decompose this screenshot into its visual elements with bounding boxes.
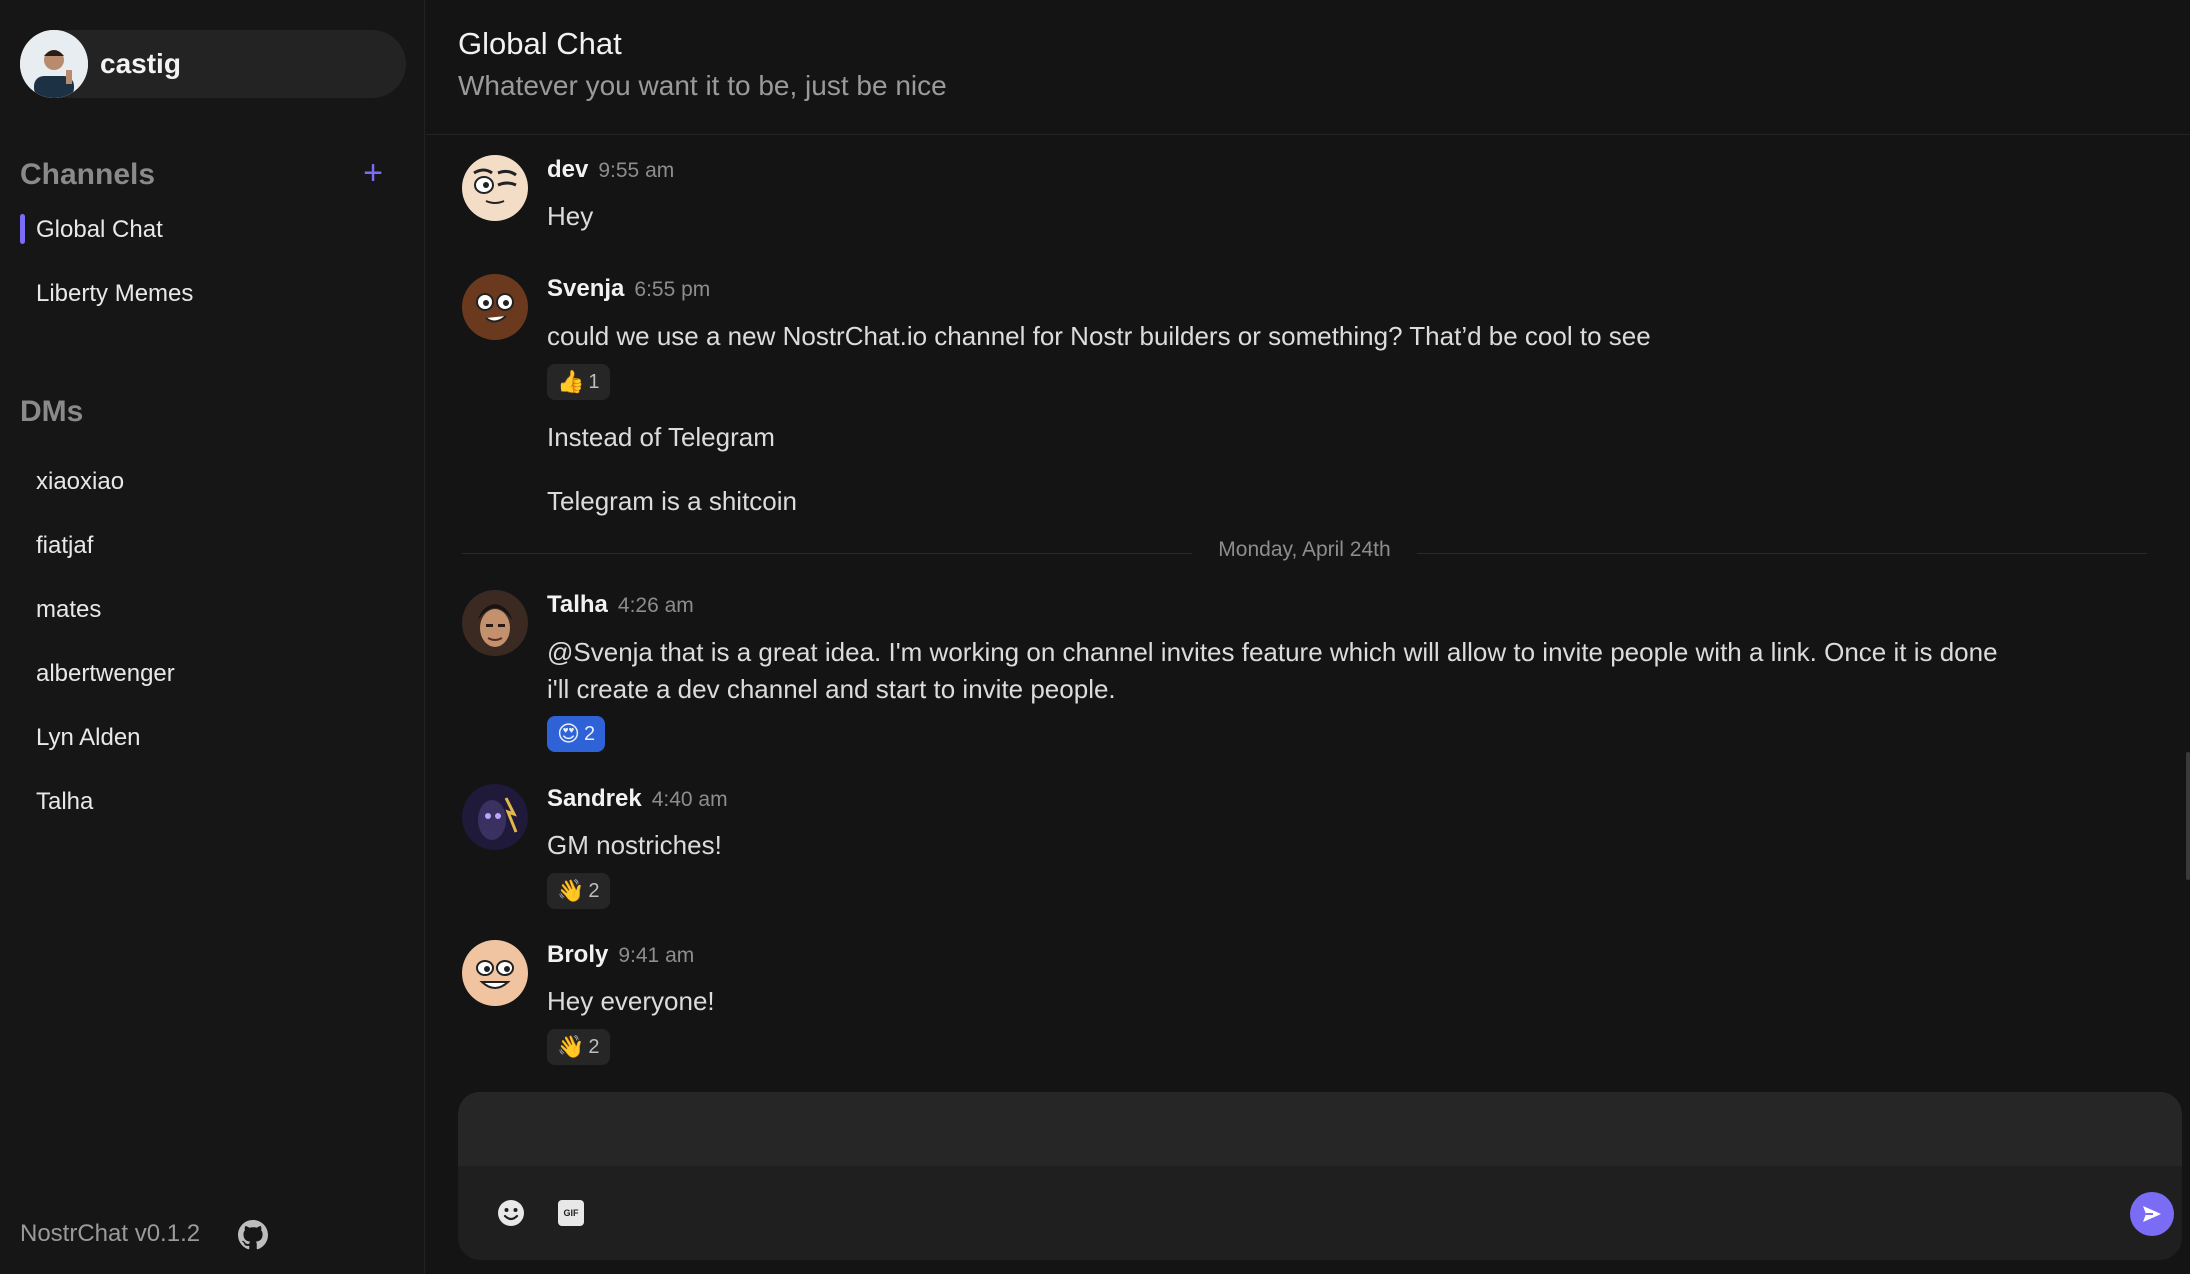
message-text: Telegram is a shitcoin <box>547 486 797 516</box>
message-text: Instead of Telegram <box>547 422 775 452</box>
gif-icon: GIF <box>563 1208 579 1218</box>
message-meta: dev 9:55 am <box>547 156 674 184</box>
divider-line <box>1417 553 2147 554</box>
smiley-icon <box>498 1200 524 1226</box>
channel-header: Global Chat Whatever you want it to be, … <box>426 0 2190 135</box>
message-time: 4:40 am <box>651 788 728 811</box>
message-meta: Svenja 6:55 pm <box>547 275 710 303</box>
reaction-badge[interactable]: 👍 1 <box>547 364 610 400</box>
channel-label: Global Chat <box>36 216 163 243</box>
channel-description: Whatever you want it to be, just be nice <box>458 70 947 101</box>
message-time: 6:55 pm <box>634 278 711 301</box>
reaction-count: 2 <box>588 1035 600 1058</box>
message-author[interactable]: Broly <box>547 941 608 969</box>
message-author[interactable]: dev <box>547 156 588 184</box>
github-icon[interactable] <box>238 1220 268 1250</box>
avatar-sandrek[interactable] <box>462 784 528 850</box>
dm-label: mates <box>36 596 102 623</box>
message-text: @Svenja that is a great idea. I'm workin… <box>547 637 1998 667</box>
plus-icon: + <box>363 154 383 192</box>
channel-item-liberty-memes[interactable]: Liberty Memes <box>20 272 406 316</box>
message-time: 4:26 am <box>617 594 694 617</box>
dms-heading: DMs <box>20 395 84 428</box>
message-text: i'll create a dev channel and start to i… <box>547 674 1116 704</box>
send-icon <box>2143 1206 2161 1222</box>
avatar-broly[interactable] <box>462 940 528 1006</box>
channels-heading: Channels <box>20 158 156 191</box>
profile-button[interactable]: castig <box>20 30 406 98</box>
reaction-badge[interactable]: 😍 2 <box>547 716 606 752</box>
dm-label: Lyn Alden <box>36 724 141 751</box>
channel-label: Liberty Memes <box>36 280 194 307</box>
heart-eyes-icon: 😍 <box>557 721 580 746</box>
date-divider-label: Monday, April 24th <box>1218 538 1391 561</box>
channel-item-global-chat[interactable]: Global Chat <box>20 208 406 252</box>
gif-button[interactable]: GIF <box>558 1200 584 1226</box>
message-text: Hey <box>547 201 594 231</box>
dm-item-xiaoxiao[interactable]: xiaoxiao <box>20 460 406 504</box>
avatar-dev[interactable] <box>462 155 528 221</box>
dm-label: xiaoxiao <box>36 468 125 495</box>
message-text: GM nostriches! <box>547 830 722 860</box>
dm-label: albertwenger <box>36 660 175 687</box>
message-meta: Sandrek 4:40 am <box>547 785 728 813</box>
message-author[interactable]: Talha <box>547 591 608 619</box>
reaction-badge[interactable]: 👋 2 <box>547 1029 610 1065</box>
thumbs-up-icon: 👍 <box>557 369 585 394</box>
channel-title: Global Chat <box>458 26 622 61</box>
dm-item-albertwenger[interactable]: albertwenger <box>20 652 406 696</box>
message-meta: Broly 9:41 am <box>547 941 694 969</box>
avatar-svenja[interactable] <box>462 274 528 340</box>
date-divider: Monday, April 24th <box>462 538 2147 568</box>
username: castig <box>100 48 181 79</box>
reaction-badge[interactable]: 👋 2 <box>547 873 610 909</box>
add-channel-button[interactable]: + <box>358 156 388 190</box>
app-version: NostrChat v0.1.2 <box>20 1220 201 1247</box>
reaction-count: 2 <box>588 879 600 902</box>
dm-item-lyn-alden[interactable]: Lyn Alden <box>20 716 406 760</box>
avatar-talha[interactable] <box>462 590 528 656</box>
message-meta: Talha 4:26 am <box>547 591 694 619</box>
message-text: could we use a new NostrChat.io channel … <box>547 321 1651 351</box>
waving-hand-icon: 👋 <box>557 878 585 903</box>
message-text: Hey everyone! <box>547 986 715 1016</box>
message-composer: GIF <box>458 1092 2182 1260</box>
dm-item-talha[interactable]: Talha <box>20 780 406 824</box>
sidebar: castig Channels + Global Chat Liberty Me… <box>0 0 425 1274</box>
dm-item-fiatjaf[interactable]: fiatjaf <box>20 524 406 568</box>
message-scrollbar[interactable] <box>2186 752 2190 880</box>
waving-hand-icon: 👋 <box>557 1034 585 1059</box>
dm-label: Talha <box>36 788 94 815</box>
dm-item-mates[interactable]: mates <box>20 588 406 632</box>
message-input[interactable] <box>458 1092 2182 1166</box>
user-avatar <box>20 30 88 98</box>
message-author[interactable]: Sandrek <box>547 785 642 813</box>
send-button[interactable] <box>2130 1192 2174 1236</box>
dm-label: fiatjaf <box>36 532 94 559</box>
message-time: 9:41 am <box>618 944 695 967</box>
reaction-count: 1 <box>588 370 600 393</box>
emoji-picker-button[interactable] <box>496 1198 526 1228</box>
reaction-count: 2 <box>583 722 596 745</box>
message-author[interactable]: Svenja <box>547 275 624 303</box>
message-time: 9:55 am <box>598 159 675 182</box>
